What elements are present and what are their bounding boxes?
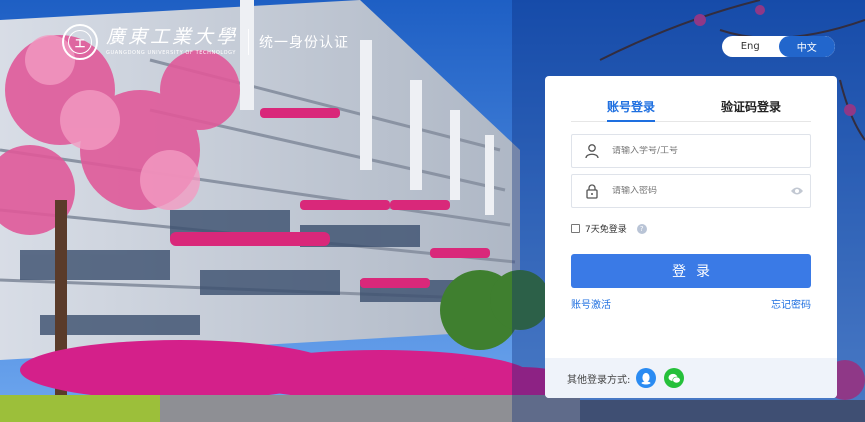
qq-icon[interactable] <box>636 368 657 388</box>
remember-label: 7天免登录 <box>585 225 627 235</box>
language-switch[interactable]: Eng 中文 <box>722 36 835 57</box>
tab-code-login[interactable]: 验证码登录 <box>691 90 811 121</box>
username-input[interactable] <box>612 146 810 156</box>
login-button[interactable]: 登录 <box>571 254 811 288</box>
wechat-icon[interactable] <box>664 368 685 388</box>
login-card: 账号登录 验证码登录 7天免登录 ? 登录 账号激活 忘记密码 其他登录方式: <box>545 76 837 398</box>
lang-option-english[interactable]: Eng <box>722 36 779 57</box>
password-field[interactable] <box>571 174 811 208</box>
password-input[interactable] <box>612 186 784 196</box>
eye-icon[interactable] <box>784 186 810 196</box>
other-methods-label: 其他登录方式: <box>567 374 631 386</box>
other-login-methods: 其他登录方式: <box>545 358 837 398</box>
logo-english-name: GUANGDONG UNIVERSITY OF TECHNOLOGY <box>106 50 236 56</box>
login-tabs: 账号登录 验证码登录 <box>571 90 811 122</box>
lock-icon <box>572 183 612 199</box>
system-title: 统一身份认证 <box>259 35 350 51</box>
seal-icon: 工 <box>62 24 98 60</box>
logo-divider <box>248 29 250 55</box>
remember-checkbox[interactable] <box>571 224 580 233</box>
tab-account-login[interactable]: 账号登录 <box>571 90 691 122</box>
forgot-password-link[interactable]: 忘记密码 <box>771 296 811 311</box>
help-icon[interactable]: ? <box>636 223 647 234</box>
user-icon <box>572 143 612 159</box>
activate-account-link[interactable]: 账号激活 <box>571 296 611 311</box>
username-field[interactable] <box>571 134 811 168</box>
lang-option-chinese[interactable]: 中文 <box>778 36 835 57</box>
logo-chinese-name: 廣東工業大學 <box>106 26 239 48</box>
remember-me: 7天免登录 ? <box>571 222 647 235</box>
university-logo: 工 廣東工業大學 GUANGDONG UNIVERSITY OF TECHNOL… <box>62 22 349 62</box>
